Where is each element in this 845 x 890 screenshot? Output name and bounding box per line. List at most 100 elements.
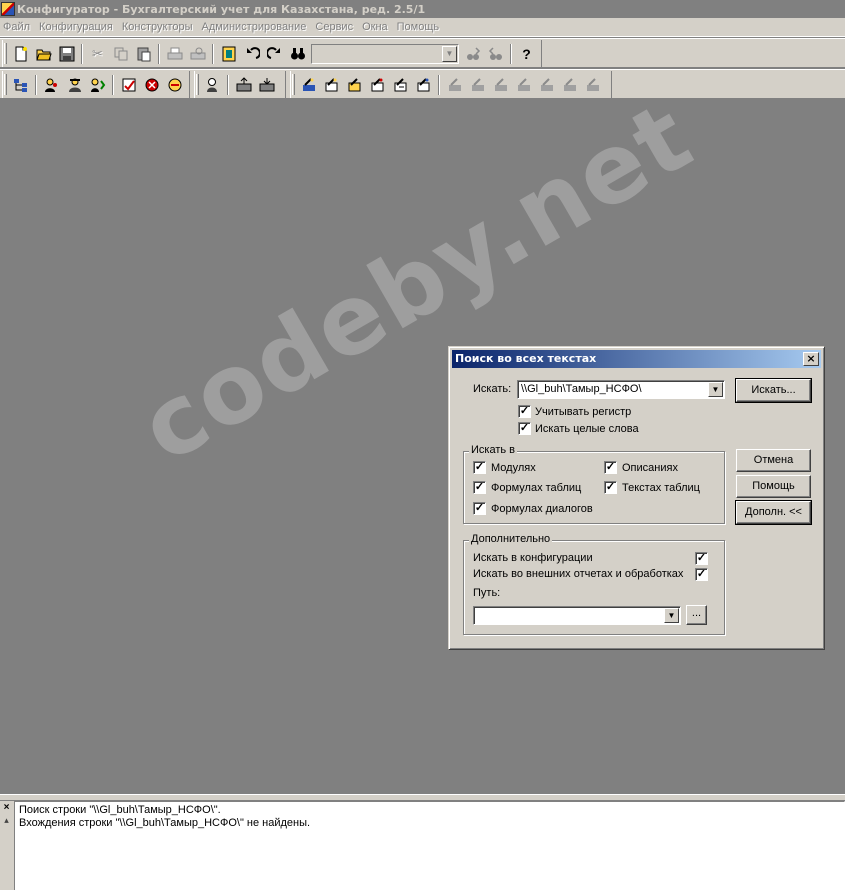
wizard-11-icon[interactable] [535, 74, 558, 96]
interfaces-icon[interactable] [86, 74, 109, 96]
in-external-checkbox[interactable]: ✓ [695, 568, 708, 581]
path-combo[interactable]: ▼ [473, 606, 681, 625]
table-texts-checkbox[interactable]: ✓ [604, 481, 617, 494]
message-window: × ▴ Поиск строки "\\Gl_buh\Тамыр_НСФО\".… [0, 794, 845, 890]
window-title: Конфигуратор - Бухгалтерский учет для Ка… [17, 2, 426, 16]
search-in-group-title: Искать в [469, 444, 518, 456]
help-button[interactable]: Помощь [736, 475, 811, 498]
toolbar-grip[interactable] [4, 43, 7, 64]
wizard-7-icon[interactable] [443, 74, 466, 96]
in-config-label: Искать в конфигурации [473, 552, 593, 564]
chevron-down-icon[interactable]: ▼ [442, 45, 457, 62]
chevron-down-icon[interactable]: ▼ [708, 382, 723, 397]
journal-icon[interactable] [117, 74, 140, 96]
case-sensitive-label: Учитывать регистр [535, 406, 632, 418]
dialog-title-bar[interactable]: Поиск во всех текстах × [452, 350, 821, 368]
monitor-icon[interactable] [163, 74, 186, 96]
toolbar-grip[interactable] [292, 74, 295, 95]
wizard-6-icon[interactable] [412, 74, 435, 96]
message-window-sidebar: × ▴ [0, 801, 14, 890]
search-combo[interactable]: \\Gl_buh\Тамыр_НСФО\ ▼ [517, 380, 725, 399]
menu-windows[interactable]: Окна [359, 21, 394, 33]
modules-checkbox[interactable]: ✓ [473, 461, 486, 474]
find-binoculars-icon[interactable] [286, 43, 309, 65]
toolbar-search-combo[interactable]: ▼ [311, 43, 459, 64]
wizard-13-icon[interactable] [581, 74, 604, 96]
whole-words-checkbox[interactable]: ✓ [518, 422, 531, 435]
more-options-button[interactable]: Дополн. << [735, 500, 812, 525]
cut-icon[interactable]: ✂ [86, 43, 109, 65]
menu-file[interactable]: Файл [0, 21, 36, 33]
rights-icon[interactable] [63, 74, 86, 96]
wizard-10-icon[interactable] [512, 74, 535, 96]
wizard-5-icon[interactable] [389, 74, 412, 96]
find-next-icon[interactable] [461, 43, 484, 65]
syntax-helper-icon[interactable] [217, 43, 240, 65]
modules-label: Модулях [491, 462, 536, 474]
wizard-3-icon[interactable] [343, 74, 366, 96]
toolbar-row-2 [0, 69, 845, 99]
title-bar: Конфигуратор - Бухгалтерский учет для Ка… [0, 0, 845, 18]
dialog-formulas-label: Формулах диалогов [491, 503, 593, 515]
wizard-2-icon[interactable] [320, 74, 343, 96]
dialog-title: Поиск во всех текстах [455, 352, 597, 365]
menu-help[interactable]: Помощь [394, 21, 446, 33]
users-icon[interactable] [40, 74, 63, 96]
message-line: Поиск строки "\\Gl_buh\Тамыр_НСФО\". [19, 804, 221, 816]
cancel-button[interactable]: Отмена [736, 449, 811, 472]
import-icon[interactable] [255, 74, 278, 96]
chevron-down-icon[interactable]: ▼ [664, 608, 679, 623]
descriptions-label: Описаниях [622, 462, 678, 474]
wizard-12-icon[interactable] [558, 74, 581, 96]
debug-icon[interactable] [140, 74, 163, 96]
wizard-1-icon[interactable] [297, 74, 320, 96]
app-icon [1, 2, 15, 16]
menu-administration[interactable]: Администрирование [199, 21, 313, 33]
wizard-4-icon[interactable] [366, 74, 389, 96]
toolbar-grip[interactable] [196, 74, 199, 95]
help-icon[interactable]: ? [515, 43, 538, 65]
in-config-checkbox[interactable]: ✓ [695, 552, 708, 565]
menu-service[interactable]: Сервис [312, 21, 359, 33]
menu-configuration[interactable]: Конфигурация [36, 21, 119, 33]
wizard-8-icon[interactable] [466, 74, 489, 96]
standard-toolbar: ✂ ▼ ? [2, 40, 542, 67]
copy-icon[interactable] [109, 43, 132, 65]
open-folder-icon[interactable] [32, 43, 55, 65]
search-label: Искать: [473, 383, 512, 395]
undo-icon[interactable] [240, 43, 263, 65]
pin-icon[interactable]: ▴ [1, 815, 12, 826]
export-icon[interactable] [232, 74, 255, 96]
find-prev-icon[interactable] [484, 43, 507, 65]
config-toolbar [2, 71, 190, 98]
save-icon[interactable] [55, 43, 78, 65]
toolbar-grip[interactable] [4, 74, 7, 95]
redo-icon[interactable] [263, 43, 286, 65]
table-formulas-checkbox[interactable]: ✓ [473, 481, 486, 494]
additional-group-title: Дополнительно [469, 533, 553, 545]
close-icon[interactable]: × [803, 352, 819, 366]
close-icon[interactable]: × [1, 803, 12, 814]
search-value: \\Gl_buh\Тамыр_НСФО\ [521, 383, 642, 395]
message-text-area[interactable]: Поиск строки "\\Gl_buh\Тамыр_НСФО\". Вхо… [14, 801, 845, 890]
search-all-texts-dialog: Поиск во всех текстах × Искать: \\Gl_buh… [448, 346, 825, 650]
paste-icon[interactable] [132, 43, 155, 65]
user-info-icon[interactable] [201, 74, 224, 96]
whole-words-label: Искать целые слова [535, 423, 639, 435]
print-preview-icon[interactable] [186, 43, 209, 65]
toolbar-row-1: ✂ ▼ ? [0, 38, 845, 68]
dialog-formulas-checkbox[interactable]: ✓ [473, 502, 486, 515]
case-sensitive-checkbox[interactable]: ✓ [518, 405, 531, 418]
wizard-9-icon[interactable] [489, 74, 512, 96]
print-icon[interactable] [163, 43, 186, 65]
search-button[interactable]: Искать... [735, 378, 812, 403]
table-formulas-label: Формулах таблиц [491, 482, 582, 494]
tools-toolbar [194, 71, 286, 98]
menu-designers[interactable]: Конструкторы [119, 21, 199, 33]
browse-button[interactable]: ... [686, 605, 707, 625]
config-tree-icon[interactable] [9, 74, 32, 96]
descriptions-checkbox[interactable]: ✓ [604, 461, 617, 474]
in-external-label: Искать во внешних отчетах и обработках [473, 568, 684, 580]
new-file-icon[interactable] [9, 43, 32, 65]
path-label: Путь: [473, 587, 501, 599]
